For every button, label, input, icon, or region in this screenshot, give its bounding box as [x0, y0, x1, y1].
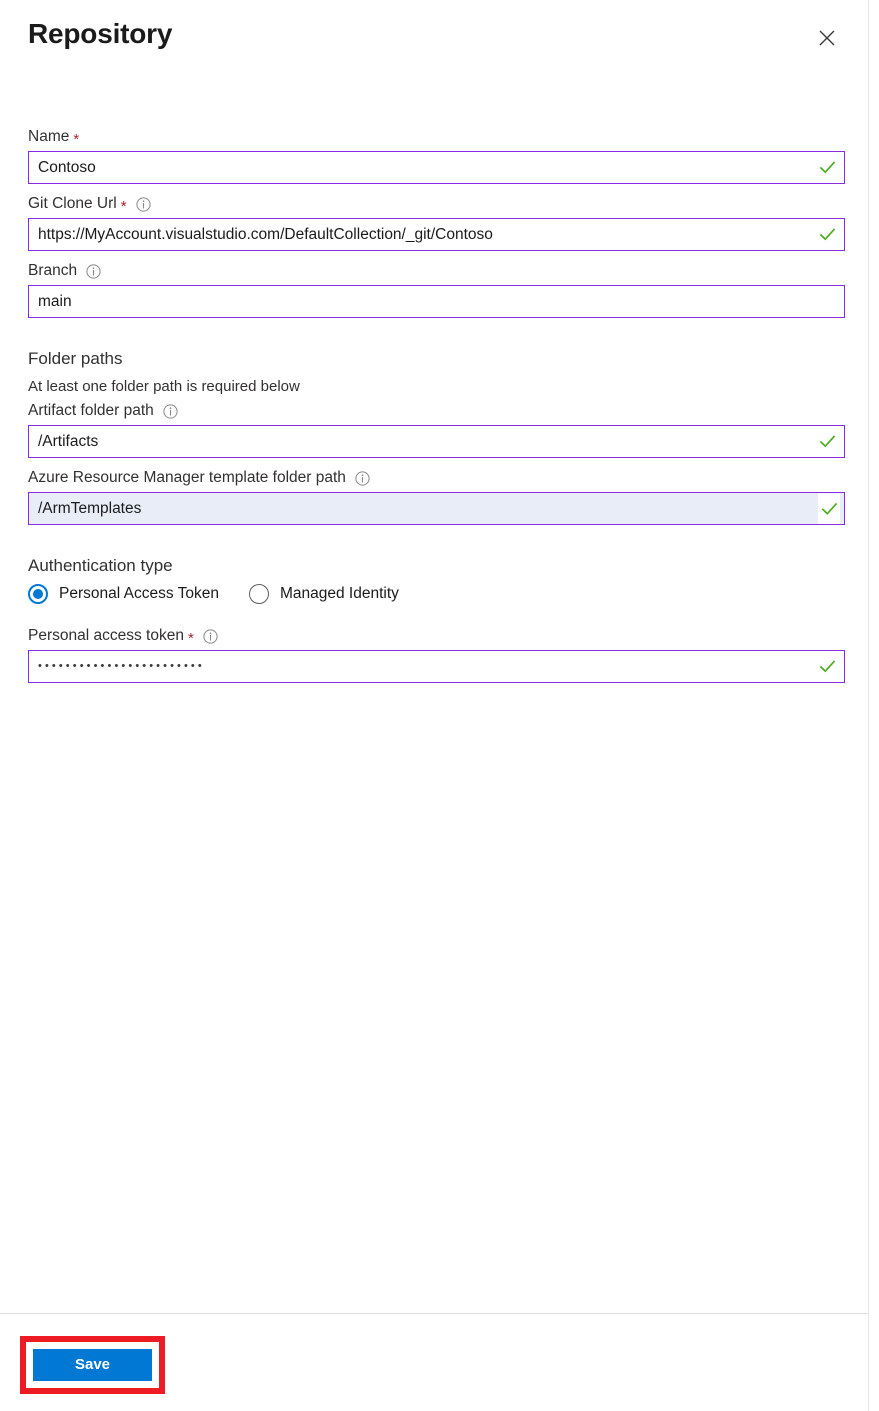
info-icon[interactable]	[163, 403, 178, 419]
repository-form: Name * Git Clone Url *	[28, 126, 845, 683]
personal-access-token-label: Personal access token *	[28, 625, 845, 647]
radio-managed-identity[interactable]: Managed Identity	[248, 584, 399, 604]
close-button[interactable]	[811, 22, 843, 54]
personal-access-token-input-wrapper[interactable]: ••••••••••••••••••••••••	[28, 650, 845, 683]
save-button[interactable]: Save	[33, 1349, 152, 1381]
valid-check-icon	[818, 493, 840, 524]
radio-label: Managed Identity	[279, 585, 399, 602]
branch-input[interactable]	[29, 286, 844, 317]
info-icon[interactable]	[86, 263, 101, 279]
info-icon[interactable]	[135, 196, 151, 212]
authentication-type-radio-group: Personal Access Token Managed Identity	[28, 584, 845, 604]
required-indicator: *	[73, 130, 80, 148]
info-icon[interactable]	[203, 628, 218, 644]
required-indicator: *	[120, 197, 127, 215]
name-input[interactable]	[29, 152, 844, 183]
artifact-folder-path-label: Artifact folder path	[28, 400, 845, 422]
valid-check-icon	[818, 658, 836, 676]
git-clone-url-input[interactable]	[29, 219, 844, 250]
artifact-folder-path-input[interactable]	[29, 426, 844, 457]
close-icon	[818, 29, 836, 47]
radio-label: Personal Access Token	[59, 585, 219, 602]
page-title: Repository	[28, 18, 173, 49]
name-label: Name *	[28, 128, 80, 148]
folder-paths-heading: Folder paths	[28, 349, 123, 368]
valid-check-icon	[818, 226, 836, 244]
arm-template-folder-path-input-wrapper[interactable]	[28, 492, 845, 525]
authentication-type-heading: Authentication type	[28, 556, 173, 575]
radio-mark-icon	[28, 584, 48, 604]
git-clone-url-input-wrapper[interactable]	[28, 218, 845, 251]
folder-paths-helper-text: At least one folder path is required bel…	[28, 378, 300, 395]
footer-divider	[0, 1313, 869, 1314]
required-indicator: *	[187, 629, 194, 647]
name-input-wrapper[interactable]	[28, 151, 845, 184]
arm-template-folder-path-input[interactable]	[29, 493, 844, 524]
valid-check-icon	[818, 159, 836, 177]
info-icon[interactable]	[355, 470, 370, 486]
branch-input-wrapper[interactable]	[28, 285, 845, 318]
blade-header: Repository	[28, 12, 843, 64]
artifact-folder-path-input-wrapper[interactable]	[28, 425, 845, 458]
branch-label: Branch	[28, 260, 845, 282]
radio-mark-icon	[248, 584, 269, 604]
valid-check-icon	[818, 433, 836, 451]
radio-personal-access-token[interactable]: Personal Access Token	[28, 584, 219, 604]
repository-blade: Repository Name * Git Clon	[0, 0, 879, 1411]
git-clone-url-label: Git Clone Url *	[28, 193, 845, 215]
personal-access-token-input[interactable]: ••••••••••••••••••••••••	[29, 651, 844, 682]
arm-template-folder-path-label: Azure Resource Manager template folder p…	[28, 467, 845, 489]
save-button-annotation: Save	[20, 1336, 165, 1394]
